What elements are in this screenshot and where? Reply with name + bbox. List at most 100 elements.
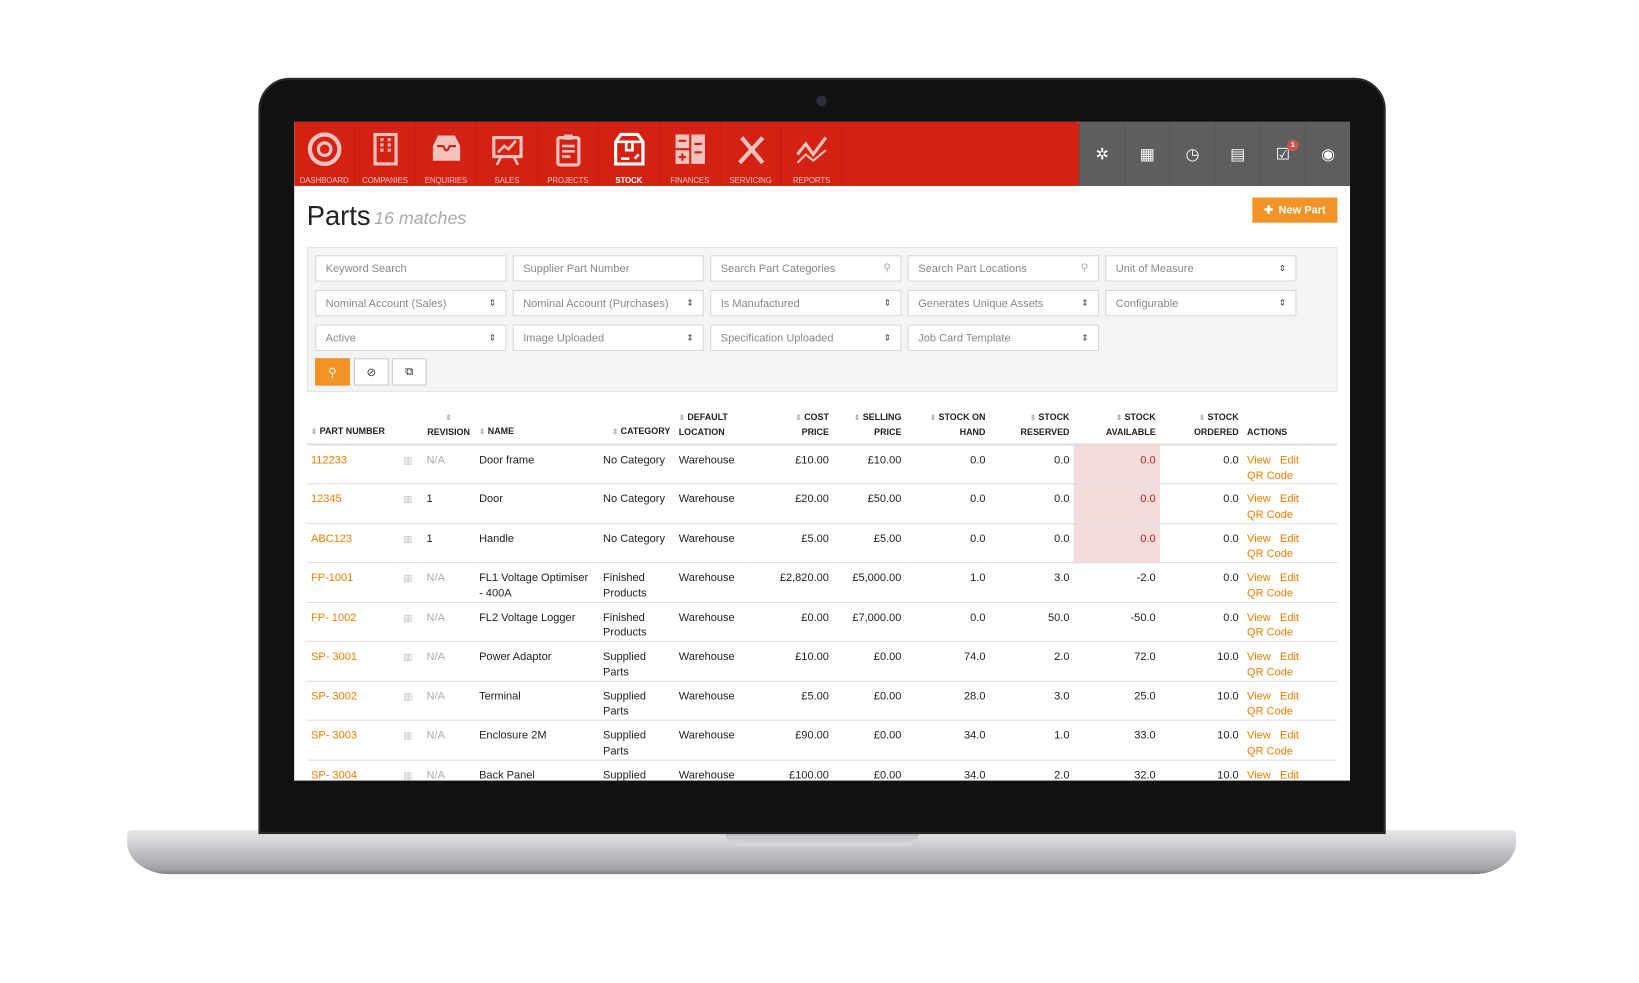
nav-item-reports[interactable]: REPORTS [782, 121, 843, 186]
clock-button[interactable]: ◷ [1169, 121, 1214, 186]
chat-button[interactable]: ▤ [1214, 121, 1259, 186]
header-part-number[interactable]: ⇕ PART NUMBER [306, 410, 400, 446]
edit-link[interactable]: Edit [1280, 532, 1299, 545]
specification-uploaded-select[interactable]: Specification Uploaded ⇕ [710, 324, 902, 351]
edit-link[interactable]: Edit [1280, 454, 1299, 467]
part-number-link[interactable]: SP- 3002 [306, 680, 400, 721]
calendar-button[interactable]: ▦ [1124, 121, 1169, 186]
line-chart-icon [795, 136, 827, 164]
default-location: Warehouse [674, 444, 752, 485]
category: Supplied Parts [598, 641, 675, 682]
stock-chart-icon[interactable]: ▥ [399, 680, 423, 721]
nav-item-servicing[interactable]: SERVICING [721, 121, 782, 186]
user-button[interactable]: ◉ [1304, 121, 1350, 186]
stock-chart-icon[interactable]: ▥ [399, 444, 423, 485]
qr-code-link[interactable]: QR Code [1247, 666, 1293, 679]
clear-filters-button[interactable]: ⊘ [354, 358, 389, 386]
header-stock-ordered[interactable]: ⇕ STOCK ORDERED [1159, 410, 1243, 446]
header-default-location[interactable]: ⇕ DEFAULT LOCATION [674, 410, 752, 446]
edit-link[interactable]: Edit [1280, 690, 1299, 703]
part-number-link[interactable]: FP-1001 [306, 562, 400, 603]
header-name[interactable]: ⇕ NAME [474, 410, 599, 446]
qr-code-link[interactable]: QR Code [1247, 547, 1293, 560]
active-select[interactable]: Active ⇕ [315, 324, 507, 351]
edit-link[interactable]: Edit [1280, 611, 1299, 624]
copy-button[interactable]: ⧉ [391, 358, 427, 386]
supplier-part-number-input[interactable]: Supplier Part Number [512, 255, 704, 282]
configurable-select[interactable]: Configurable ⇕ [1105, 289, 1297, 317]
tasks-button[interactable]: ☑ 1 [1259, 121, 1305, 186]
part-name: FL2 Voltage Logger [474, 601, 599, 642]
new-part-button[interactable]: ✚ New Part [1252, 197, 1338, 223]
part-number-link[interactable]: 12345 [306, 483, 400, 524]
stock-chart-icon[interactable]: ▥ [399, 483, 423, 524]
edit-link[interactable]: Edit [1280, 493, 1299, 506]
view-link[interactable]: View [1247, 532, 1271, 545]
view-link[interactable]: View [1247, 650, 1271, 663]
edit-link[interactable]: Edit [1280, 769, 1299, 781]
nav-item-dashboard[interactable]: DASHBOARD [294, 121, 356, 186]
header-stock-reserved[interactable]: ⇕ STOCK RESERVED [989, 410, 1074, 446]
nominal-account-purchases-select[interactable]: Nominal Account (Purchases) ⇕ [512, 289, 704, 317]
header-stock-available[interactable]: ⇕ STOCK AVAILABLE [1073, 410, 1160, 446]
keyword-search-input[interactable]: Keyword Search [315, 255, 507, 282]
nav-item-enquiries[interactable]: ENQUIRIES [416, 121, 477, 186]
search-button[interactable]: ⚲ [315, 358, 350, 386]
stock-chart-icon[interactable]: ▥ [399, 720, 423, 761]
generates-unique-assets-select[interactable]: Generates Unique Assets ⇕ [907, 289, 1099, 317]
nav-item-stock[interactable]: STOCK [599, 121, 660, 186]
edit-link[interactable]: Edit [1280, 729, 1299, 742]
qr-code-link[interactable]: QR Code [1247, 626, 1293, 639]
is-manufactured-select[interactable]: Is Manufactured ⇕ [710, 289, 902, 317]
stock-chart-icon[interactable]: ▥ [399, 601, 423, 642]
part-number-link[interactable]: 112233 [306, 444, 400, 485]
view-link[interactable]: View [1247, 454, 1271, 467]
view-link[interactable]: View [1247, 729, 1271, 742]
nominal-account-sales-select[interactable]: Nominal Account (Sales) ⇕ [315, 289, 507, 317]
part-number-link[interactable]: SP- 3004 [306, 759, 400, 781]
image-uploaded-select[interactable]: Image Uploaded ⇕ [512, 324, 704, 351]
category: Finished Products [598, 601, 675, 642]
header-revision[interactable]: ⇕ REVISION [422, 410, 475, 446]
stock-chart-icon[interactable]: ▥ [399, 523, 423, 564]
stock-chart-icon[interactable]: ▥ [399, 641, 423, 682]
view-link[interactable]: View [1247, 493, 1271, 506]
job-card-template-select[interactable]: Job Card Template ⇕ [907, 324, 1099, 351]
part-number-link[interactable]: SP- 3001 [306, 641, 400, 682]
part-number-link[interactable]: ABC123 [306, 523, 400, 564]
unit-of-measure-select[interactable]: Unit of Measure ⇕ [1105, 255, 1297, 282]
header-cost-price[interactable]: ⇕ COST PRICE [751, 410, 834, 446]
nav-item-companies[interactable]: COMPANIES [355, 121, 417, 186]
part-number-link[interactable]: SP- 3003 [306, 720, 400, 761]
edit-link[interactable]: Edit [1280, 572, 1299, 585]
edit-link[interactable]: Edit [1280, 650, 1299, 663]
header-stock-on-hand[interactable]: ⇕ STOCK ON HAND [905, 410, 990, 446]
search-part-categories-input[interactable]: Search Part Categories ⚲ [710, 255, 902, 282]
settings-button[interactable]: ✲ [1078, 121, 1124, 186]
view-link[interactable]: View [1247, 611, 1271, 624]
stock-chart-icon[interactable]: ▥ [399, 759, 423, 781]
nav-item-finances[interactable]: FINANCES [660, 121, 721, 186]
qr-code-link[interactable]: QR Code [1247, 744, 1293, 757]
part-name: Door [474, 483, 599, 524]
parts-table: ⇕ PART NUMBER ⇕ REVISION ⇕ NAME ⇕ CATEGOR… [306, 410, 1338, 781]
search-part-locations-input[interactable]: Search Part Locations ⚲ [907, 255, 1099, 282]
header-category[interactable]: ⇕ CATEGORY [598, 410, 675, 446]
filter-panel: ⚲ ⊘ ⧉ Keyword Search Supplier Part Number… [306, 246, 1338, 392]
select-arrows-icon: ⇕ [686, 298, 694, 308]
view-link[interactable]: View [1247, 769, 1271, 781]
settings-icon: ✲ [1095, 145, 1109, 164]
nav-item-projects[interactable]: PROJECTS [538, 121, 599, 186]
revision: N/A [422, 680, 475, 721]
qr-code-link[interactable]: QR Code [1247, 705, 1293, 718]
stock-chart-icon[interactable]: ▥ [399, 562, 423, 603]
qr-code-link[interactable]: QR Code [1247, 508, 1293, 521]
qr-code-link[interactable]: QR Code [1247, 469, 1293, 482]
view-link[interactable]: View [1247, 690, 1271, 703]
nav-item-sales[interactable]: SALES [477, 121, 538, 186]
part-name: Door frame [474, 444, 599, 485]
qr-code-link[interactable]: QR Code [1247, 587, 1293, 600]
part-number-link[interactable]: FP- 1002 [306, 601, 400, 642]
header-selling-price[interactable]: ⇕ SELLING PRICE [833, 410, 906, 446]
view-link[interactable]: View [1247, 572, 1271, 585]
